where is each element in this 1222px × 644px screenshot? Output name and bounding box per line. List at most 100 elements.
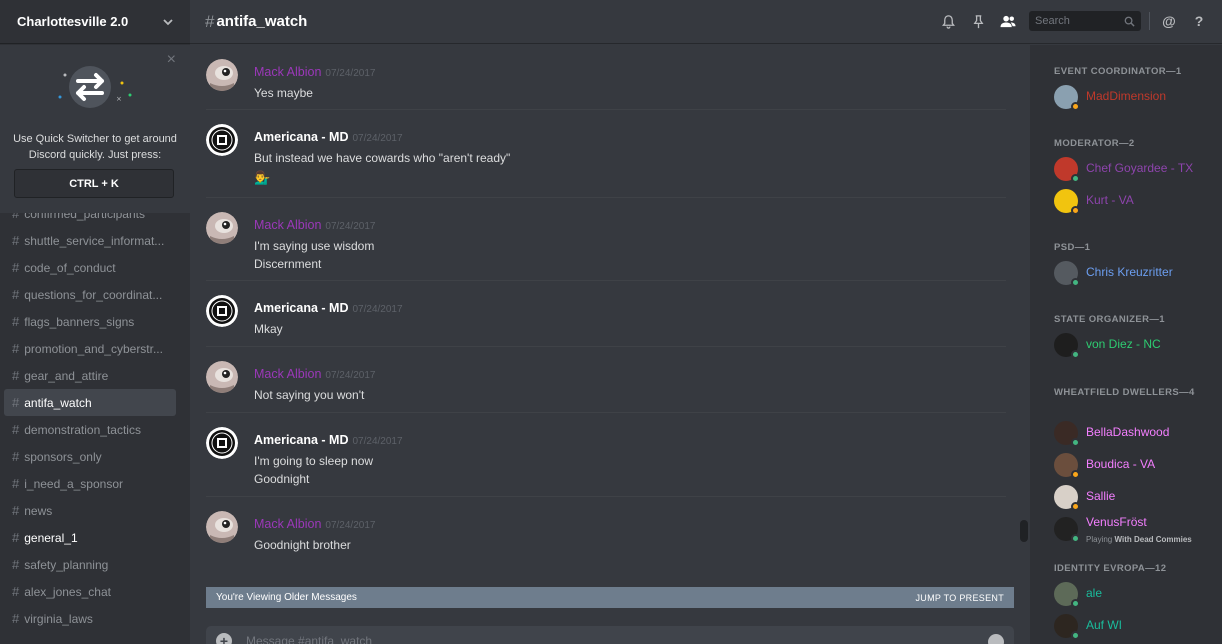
message: Americana - MD 07/24/2017 I'm going to sle… (190, 413, 1020, 497)
avatar[interactable] (206, 212, 238, 244)
channel-item[interactable]: # alex_jones_chat (4, 578, 176, 605)
avatar-image (206, 511, 238, 543)
member-item[interactable]: MadDimension (1054, 83, 1214, 111)
channel-name: antifa_watch (24, 395, 92, 410)
message-header: Mack Albion 07/24/2017 (254, 365, 994, 383)
avatar[interactable] (206, 511, 238, 543)
pin-icon[interactable] (967, 10, 989, 32)
message-author[interactable]: Mack Albion (254, 218, 321, 232)
status-indicator (1071, 174, 1080, 183)
channel-item[interactable]: # demonstration_tactics (4, 416, 176, 443)
channel-item[interactable]: # sponsors_only (4, 443, 176, 470)
channel-item[interactable]: # safety_planning (4, 551, 176, 578)
scrollbar-thumb[interactable] (1020, 520, 1028, 542)
member-item[interactable]: Chris Kreuzritter (1054, 259, 1214, 287)
search-input[interactable] (1035, 15, 1115, 27)
message-author[interactable]: Mack Albion (254, 517, 321, 531)
channel-name: virginia_laws (24, 611, 93, 626)
channel-item[interactable]: # general_1 (4, 524, 176, 551)
message: Americana - MD 07/24/2017 But instead we h… (190, 110, 1020, 198)
message-author[interactable]: Americana - MD (254, 433, 348, 447)
close-icon[interactable]: × (167, 52, 176, 68)
mention-icon[interactable]: @ (1158, 10, 1180, 32)
channel-name: questions_for_coordinat... (24, 287, 163, 302)
status-indicator (1071, 278, 1080, 287)
message-text: Goodnight brother (254, 538, 351, 552)
search-icon (1124, 16, 1135, 27)
message-author[interactable]: Mack Albion (254, 65, 321, 79)
avatar-image (206, 124, 238, 156)
channel-item[interactable]: # code_of_conduct (4, 254, 176, 281)
avatar[interactable] (206, 59, 238, 91)
channel-name: flags_banners_signs (24, 314, 135, 329)
jump-to-present-button[interactable]: JUMP TO PRESENT (915, 593, 1004, 603)
message-timestamp: 07/24/2017 (352, 436, 403, 447)
channel-title: antifa_watch (216, 13, 308, 30)
member-item[interactable]: Sallie (1054, 483, 1214, 511)
message-text: I'm going to sleep now (254, 454, 374, 468)
message-author[interactable]: Americana - MD (254, 130, 348, 144)
avatar-image (206, 212, 238, 244)
channel-item[interactable]: # flags_banners_signs (4, 308, 176, 335)
channel-name: demonstration_tactics (24, 422, 141, 437)
emoji-icon[interactable] (988, 634, 1004, 644)
channel-item[interactable]: # gear_and_attire (4, 362, 176, 389)
member-name: von Diez - NC (1086, 337, 1161, 351)
channel-item[interactable]: # virginia_laws (4, 605, 176, 632)
avatar[interactable] (206, 124, 238, 156)
member-item[interactable]: Boudica - VA (1054, 451, 1214, 479)
message-text: But instead we have cowards who "aren't … (254, 151, 511, 165)
message-header: Mack Albion 07/24/2017 (254, 216, 994, 234)
status-indicator (1071, 438, 1080, 447)
channel-item[interactable]: # shuttle_service_informat... (4, 227, 176, 254)
channel-hash-icon: # (12, 530, 20, 545)
channel-item[interactable]: # questions_for_coordinat... (4, 281, 176, 308)
channel-name: shuttle_service_informat... (24, 233, 165, 248)
avatar[interactable] (206, 427, 238, 459)
upload-plus-icon[interactable]: + (216, 633, 232, 644)
message-author[interactable]: Mack Albion (254, 367, 321, 381)
swap-arrows-icon: × (58, 66, 132, 108)
message-author[interactable]: Americana - MD (254, 301, 348, 315)
member-category: STATE ORGANIZER—1 (1054, 314, 1165, 325)
channel-item[interactable]: # news (4, 497, 176, 524)
message-timestamp: 07/24/2017 (352, 304, 403, 315)
channel-hash-icon: # (12, 260, 20, 275)
member-item[interactable]: von Diez - NC (1054, 331, 1214, 359)
member-item[interactable]: ale (1054, 580, 1214, 608)
quick-switcher-popup: × × Use Quick Switcher to get around Dis… (0, 45, 190, 213)
member-category: IDENTITY EVROPA—12 (1054, 563, 1167, 574)
channel-list: # confirmed_participants # shuttle_service_… (0, 200, 190, 632)
channel-hash-icon: # (12, 395, 20, 410)
quick-switcher-shortcut[interactable]: CTRL + K (14, 169, 174, 198)
member-item[interactable]: Auf WI (1054, 612, 1214, 640)
help-icon[interactable]: ? (1188, 10, 1210, 32)
search-box[interactable] (1029, 11, 1141, 31)
avatar[interactable] (206, 295, 238, 327)
member-name: ale (1086, 586, 1103, 600)
bell-icon[interactable] (937, 10, 959, 32)
member-item[interactable]: Kurt - VA (1054, 187, 1214, 215)
channel-name: sponsors_only (24, 449, 102, 464)
message-composer: + (206, 626, 1014, 644)
channel-hash-icon: # (12, 611, 20, 626)
channel-item[interactable]: # i_need_a_sponsor (4, 470, 176, 497)
server-header[interactable]: Charlottesville 2.0 (0, 0, 190, 44)
message: Mack Albion 07/24/2017 Not saying you won'… (190, 347, 1020, 413)
member-item[interactable]: VenusFröst Playing With Dead Commies (1054, 515, 1214, 544)
channel-name: promotion_and_cyberstr... (24, 341, 163, 356)
channel-name: i_need_a_sponsor (24, 476, 123, 491)
message-body: Mack Albion 07/24/2017 I'm saying use wisd… (254, 216, 994, 270)
member-item[interactable]: BellaDashwood (1054, 419, 1214, 447)
message-header: Mack Albion 07/24/2017 (254, 63, 994, 81)
channel-hash-icon: # (12, 368, 20, 383)
member-item[interactable]: Chef Goyardee - TX (1054, 155, 1214, 183)
chevron-down-icon (163, 18, 173, 25)
channel-item[interactable]: # promotion_and_cyberstr... (4, 335, 176, 362)
channel-sidebar: Charlottesville 2.0 # confirmed_participa… (0, 0, 190, 644)
avatar[interactable] (206, 361, 238, 393)
channel-item[interactable]: # antifa_watch (4, 389, 176, 416)
message-input[interactable] (246, 634, 946, 644)
older-messages-bar[interactable]: You're Viewing Older Messages JUMP TO PR… (206, 587, 1014, 608)
members-icon[interactable] (997, 10, 1019, 32)
